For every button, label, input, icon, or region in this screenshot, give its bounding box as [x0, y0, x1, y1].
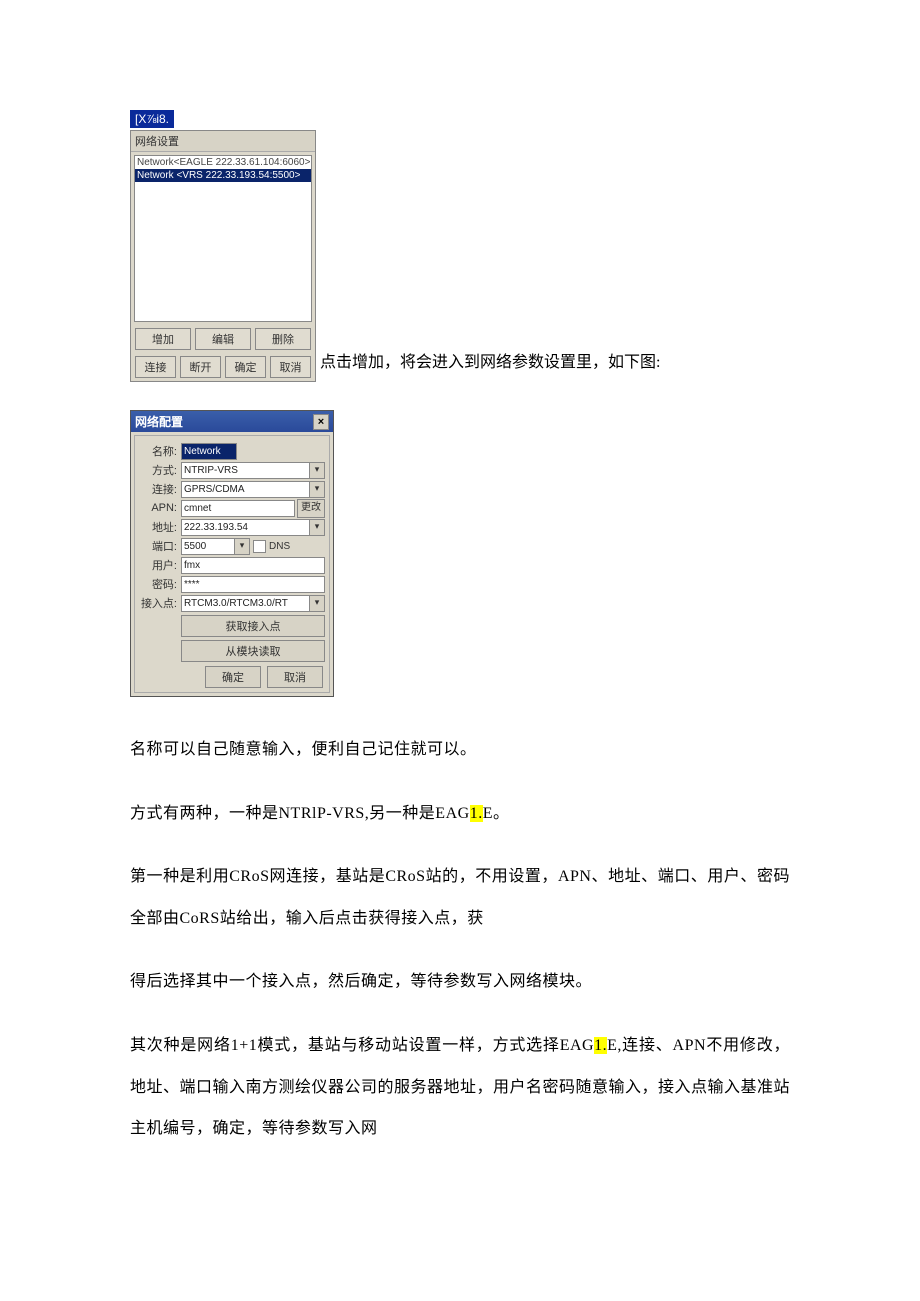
apn-change-button[interactable]: 更改 — [297, 499, 325, 518]
paragraph: 名称可以自己随意输入，便利自己记住就可以。 — [130, 729, 790, 771]
ap-select[interactable]: RTCM3.0/RTCM3.0/RT — [181, 595, 310, 612]
add-button[interactable]: 增加 — [135, 328, 191, 350]
network-settings-window: 网络设置 Network<EAGLE 222.33.61.104:6060> N… — [130, 130, 316, 382]
connect-button[interactable]: 连接 — [135, 356, 176, 378]
paragraph: 得后选择其中一个接入点，然后确定，等待参数写入网络模块。 — [130, 961, 790, 1003]
name-field[interactable]: Network — [181, 443, 237, 460]
chevron-down-icon[interactable]: ▾ — [310, 462, 325, 479]
mode-select[interactable]: NTRIP-VRS — [181, 462, 310, 479]
disconnect-button[interactable]: 断开 — [180, 356, 221, 378]
cancel-button[interactable]: 取消 — [270, 356, 311, 378]
chevron-down-icon[interactable]: ▾ — [310, 519, 325, 536]
network-list[interactable]: Network<EAGLE 222.33.61.104:6060> Networ… — [134, 155, 312, 322]
highlight: 1. — [470, 805, 483, 822]
chevron-down-icon[interactable]: ▾ — [310, 595, 325, 612]
dns-checkbox[interactable] — [253, 540, 266, 553]
paragraph: 方式有两种，一种是NTRlP-VRS,另一种是EAG1.E。 — [130, 793, 790, 835]
chevron-down-icon[interactable]: ▾ — [235, 538, 250, 555]
ok-button[interactable]: 确定 — [205, 666, 261, 688]
mode-label: 方式: — [139, 462, 181, 478]
header-badge: [X⅞i8. — [130, 110, 174, 128]
close-icon[interactable]: × — [313, 414, 329, 430]
cancel-button[interactable]: 取消 — [267, 666, 323, 688]
list-item[interactable]: Network<EAGLE 222.33.61.104:6060> — [135, 156, 311, 169]
paragraph: 第一种是利用CRoS网连接，基站是CRoS站的，不用设置，APN、地址、端口、用… — [130, 856, 790, 939]
conn-select[interactable]: GPRS/CDMA — [181, 481, 310, 498]
dns-label: DNS — [269, 541, 290, 552]
list-item[interactable]: Network <VRS 222.33.193.54:5500> — [135, 169, 311, 182]
addr-field[interactable]: 222.33.193.54 — [181, 519, 310, 536]
addr-label: 地址: — [139, 519, 181, 535]
network-config-window: 网络配置 × 名称: Network 方式: NTRIP-VRS ▾ 连接: G… — [130, 410, 334, 697]
port-label: 端口: — [139, 538, 181, 554]
name-label: 名称: — [139, 443, 181, 459]
get-accesspoint-button[interactable]: 获取接入点 — [181, 615, 325, 637]
edit-button[interactable]: 编辑 — [195, 328, 251, 350]
ap-label: 接入点: — [139, 595, 181, 611]
user-field[interactable]: fmx — [181, 557, 325, 574]
apn-label: APN: — [139, 502, 181, 514]
apn-field[interactable]: cmnet — [181, 500, 295, 517]
win1-title: 网络设置 — [131, 131, 315, 152]
ok-button[interactable]: 确定 — [225, 356, 266, 378]
pwd-label: 密码: — [139, 576, 181, 592]
paragraph: 其次种是网络1+1模式，基站与移动站设置一样，方式选择EAG1.E,连接、APN… — [130, 1025, 790, 1150]
pwd-field[interactable]: **** — [181, 576, 325, 593]
conn-label: 连接: — [139, 481, 181, 497]
highlight: 1. — [594, 1037, 607, 1054]
caption-text: 点击增加，将会进入到网络参数设置里，如下图: — [320, 350, 660, 382]
port-field[interactable]: 5500 — [181, 538, 235, 555]
delete-button[interactable]: 删除 — [255, 328, 311, 350]
read-from-module-button[interactable]: 从模块读取 — [181, 640, 325, 662]
user-label: 用户: — [139, 557, 181, 573]
chevron-down-icon[interactable]: ▾ — [310, 481, 325, 498]
win2-title: 网络配置 — [135, 413, 183, 430]
